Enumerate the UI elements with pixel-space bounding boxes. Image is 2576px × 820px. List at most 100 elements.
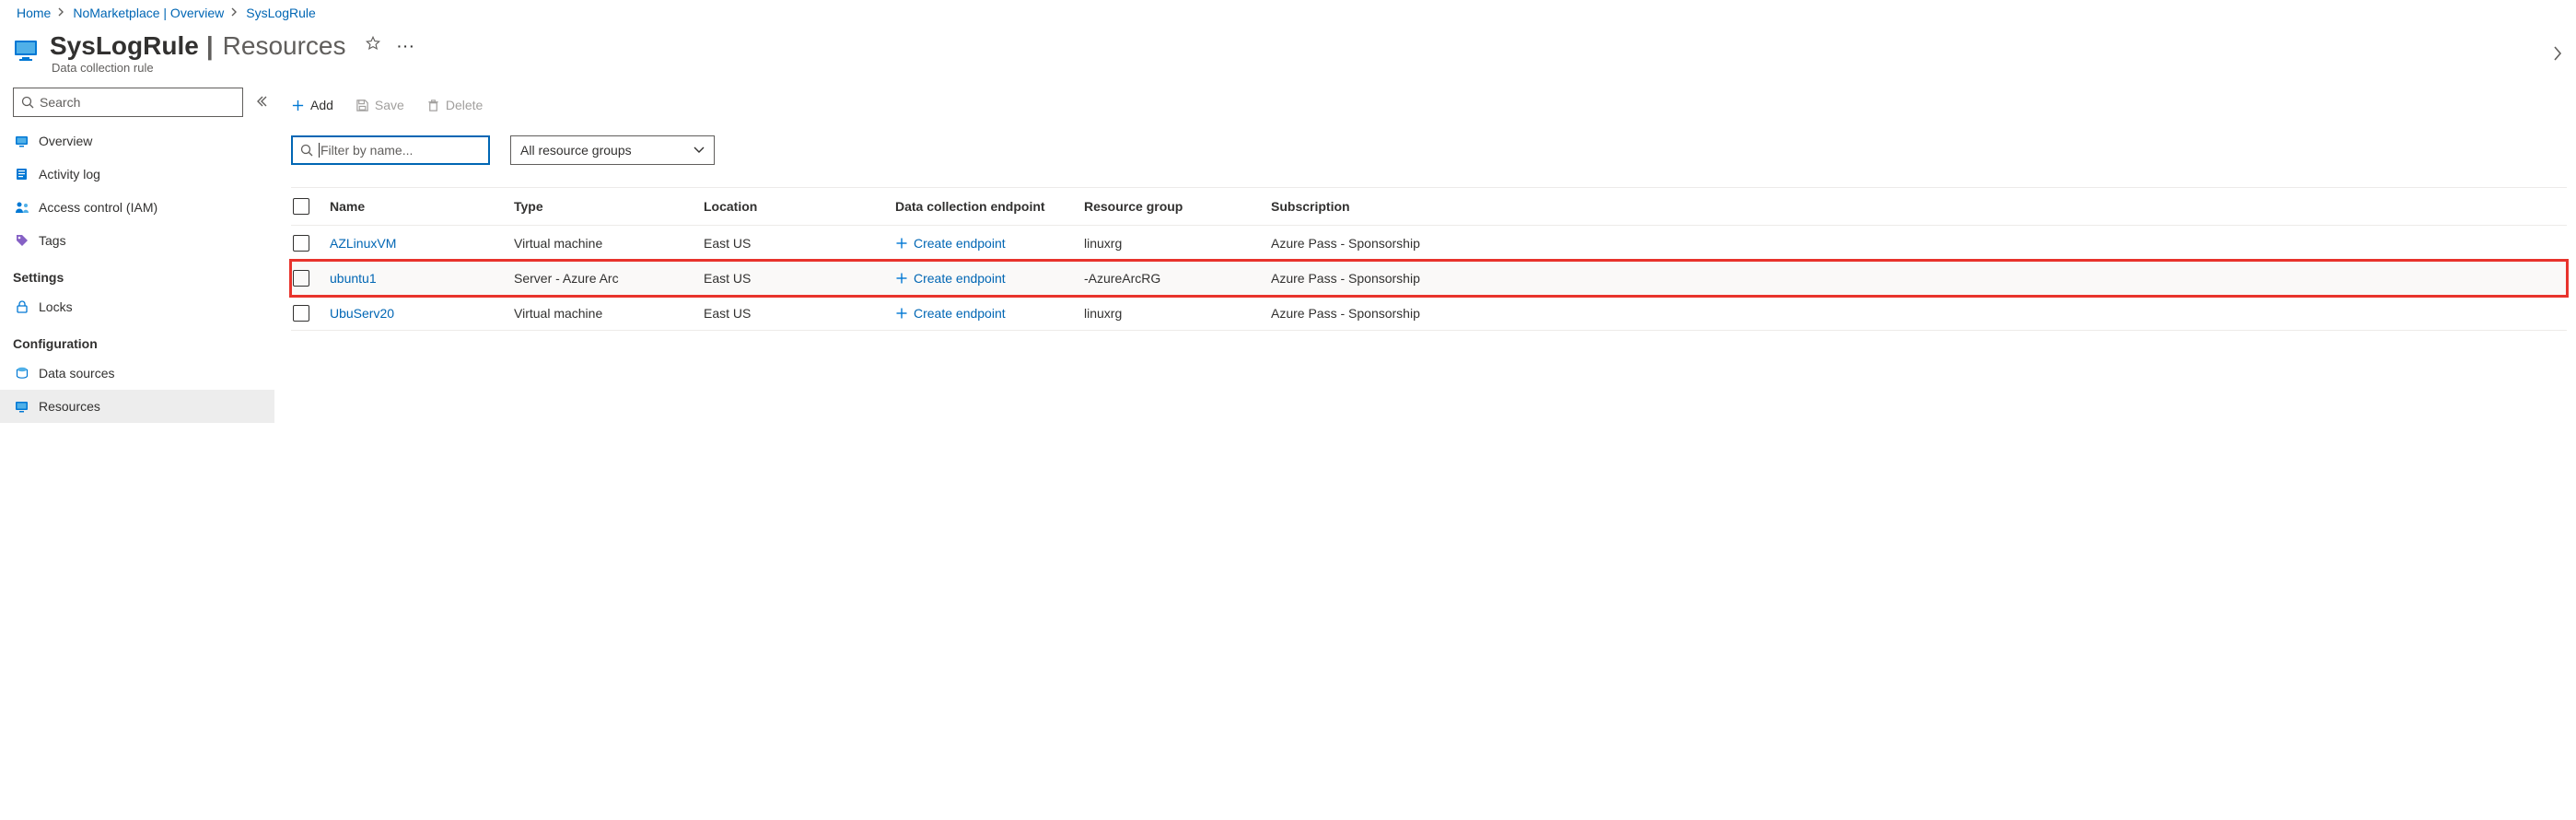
cell-location: East US <box>704 236 895 251</box>
add-button-label: Add <box>310 98 333 112</box>
cell-location: East US <box>704 271 895 286</box>
save-button: Save <box>356 98 404 112</box>
resource-group-select[interactable]: All resource groups <box>510 135 715 165</box>
row-checkbox[interactable] <box>293 235 309 252</box>
sidebar-item-label: Access control (IAM) <box>39 200 157 215</box>
access-control-icon <box>15 200 29 215</box>
sidebar-item-label: Tags <box>39 233 66 248</box>
col-endpoint[interactable]: Data collection endpoint <box>895 199 1084 214</box>
title-main: SysLogRule <box>50 31 199 61</box>
page-title: SysLogRule | Resources ··· <box>50 31 416 61</box>
col-type[interactable]: Type <box>514 199 704 214</box>
table-row[interactable]: UbuServ20 Virtual machineEast US Create en… <box>291 296 2567 331</box>
cell-subscription: Azure Pass - Sponsorship <box>1271 306 2567 321</box>
filter-name-placeholder: Filter by name... <box>319 143 413 158</box>
cell-type: Virtual machine <box>514 236 704 251</box>
plus-icon <box>895 237 908 250</box>
grid-header-row: Name Type Location Data collection endpo… <box>291 187 2567 226</box>
plus-icon <box>895 307 908 320</box>
cell-type: Server - Azure Arc <box>514 271 704 286</box>
chevron-right-icon <box>231 7 239 19</box>
breadcrumb: Home NoMarketplace | Overview SysLogRule <box>0 0 2576 24</box>
add-button[interactable]: Add <box>291 98 333 112</box>
activity-log-icon <box>15 167 29 182</box>
title-pipe: | <box>199 31 217 61</box>
sidebar-item-label: Data sources <box>39 366 114 381</box>
cell-subscription: Azure Pass - Sponsorship <box>1271 271 2567 286</box>
resource-name-link[interactable]: AZLinuxVM <box>330 236 396 251</box>
plus-icon <box>895 272 908 285</box>
sidebar-item-access-control[interactable]: Access control (IAM) <box>0 191 274 224</box>
col-subscription[interactable]: Subscription <box>1271 199 2567 214</box>
create-endpoint-label: Create endpoint <box>914 236 1006 251</box>
save-icon <box>356 99 369 112</box>
page-header: SysLogRule | Resources ··· Data collecti… <box>0 24 2576 86</box>
collapse-sidebar-button[interactable] <box>254 95 267 111</box>
sidebar-heading-configuration: Configuration <box>0 323 274 357</box>
favorite-button[interactable] <box>365 35 381 57</box>
resources-icon <box>15 399 29 414</box>
table-row[interactable]: ubuntu1 Server - Azure ArcEast US Create e… <box>291 261 2567 296</box>
resource-name-link[interactable]: ubuntu1 <box>330 271 377 286</box>
cell-resource-group: -AzureArcRG <box>1084 271 1271 286</box>
sidebar-item-locks[interactable]: Locks <box>0 290 274 323</box>
sidebar-search[interactable]: Search <box>13 88 243 117</box>
expand-chevron-icon[interactable] <box>2552 44 2563 65</box>
resource-icon <box>13 37 41 64</box>
chevron-down-icon <box>694 143 705 158</box>
sidebar-item-tags[interactable]: Tags <box>0 224 274 257</box>
delete-button-label: Delete <box>446 98 483 112</box>
sidebar-item-label: Locks <box>39 299 73 314</box>
create-endpoint-label: Create endpoint <box>914 306 1006 321</box>
resource-kind: Data collection rule <box>52 61 416 75</box>
cell-resource-group: linuxrg <box>1084 306 1271 321</box>
toolbar: Add Save Delete <box>291 86 2567 123</box>
breadcrumb-link[interactable]: SysLogRule <box>246 6 316 20</box>
sidebar-item-label: Overview <box>39 134 92 148</box>
col-name[interactable]: Name <box>330 199 514 214</box>
title-section: Resources <box>223 31 346 61</box>
sidebar-item-label: Activity log <box>39 167 100 182</box>
plus-icon <box>291 99 305 112</box>
search-icon <box>300 144 313 157</box>
col-rg[interactable]: Resource group <box>1084 199 1271 214</box>
sidebar-item-activity-log[interactable]: Activity log <box>0 158 274 191</box>
cell-resource-group: linuxrg <box>1084 236 1271 251</box>
sidebar-item-label: Resources <box>39 399 100 414</box>
sidebar: Search Overview Activity log Access cont… <box>0 86 274 423</box>
chevron-right-icon <box>58 7 65 19</box>
delete-icon <box>426 99 440 112</box>
more-button[interactable]: ··· <box>398 39 416 53</box>
resource-name-link[interactable]: UbuServ20 <box>330 306 394 321</box>
table-row[interactable]: AZLinuxVM Virtual machineEast US Create en… <box>291 226 2567 261</box>
cell-location: East US <box>704 306 895 321</box>
breadcrumb-link[interactable]: Home <box>17 6 51 20</box>
overview-icon <box>15 134 29 148</box>
cell-type: Virtual machine <box>514 306 704 321</box>
resource-group-selected: All resource groups <box>520 143 632 158</box>
sidebar-item-overview[interactable]: Overview <box>0 124 274 158</box>
resource-grid: Name Type Location Data collection endpo… <box>291 187 2567 331</box>
breadcrumb-link[interactable]: NoMarketplace | Overview <box>73 6 224 20</box>
sidebar-search-placeholder: Search <box>40 95 80 110</box>
lock-icon <box>15 299 29 314</box>
main-content: Add Save Delete Filter by name... All re… <box>274 86 2576 423</box>
sidebar-heading-settings: Settings <box>0 257 274 290</box>
tags-icon <box>15 233 29 248</box>
create-endpoint-label: Create endpoint <box>914 271 1006 286</box>
delete-button: Delete <box>426 98 483 112</box>
select-all-checkbox[interactable] <box>293 198 309 215</box>
create-endpoint-link[interactable]: Create endpoint <box>895 271 1084 286</box>
sidebar-item-data-sources[interactable]: Data sources <box>0 357 274 390</box>
row-checkbox[interactable] <box>293 305 309 322</box>
create-endpoint-link[interactable]: Create endpoint <box>895 306 1084 321</box>
create-endpoint-link[interactable]: Create endpoint <box>895 236 1084 251</box>
row-checkbox[interactable] <box>293 270 309 287</box>
cell-subscription: Azure Pass - Sponsorship <box>1271 236 2567 251</box>
search-icon <box>21 96 34 109</box>
save-button-label: Save <box>375 98 404 112</box>
data-sources-icon <box>15 366 29 381</box>
filter-name-input[interactable]: Filter by name... <box>291 135 490 165</box>
col-location[interactable]: Location <box>704 199 895 214</box>
sidebar-item-resources[interactable]: Resources <box>0 390 274 423</box>
